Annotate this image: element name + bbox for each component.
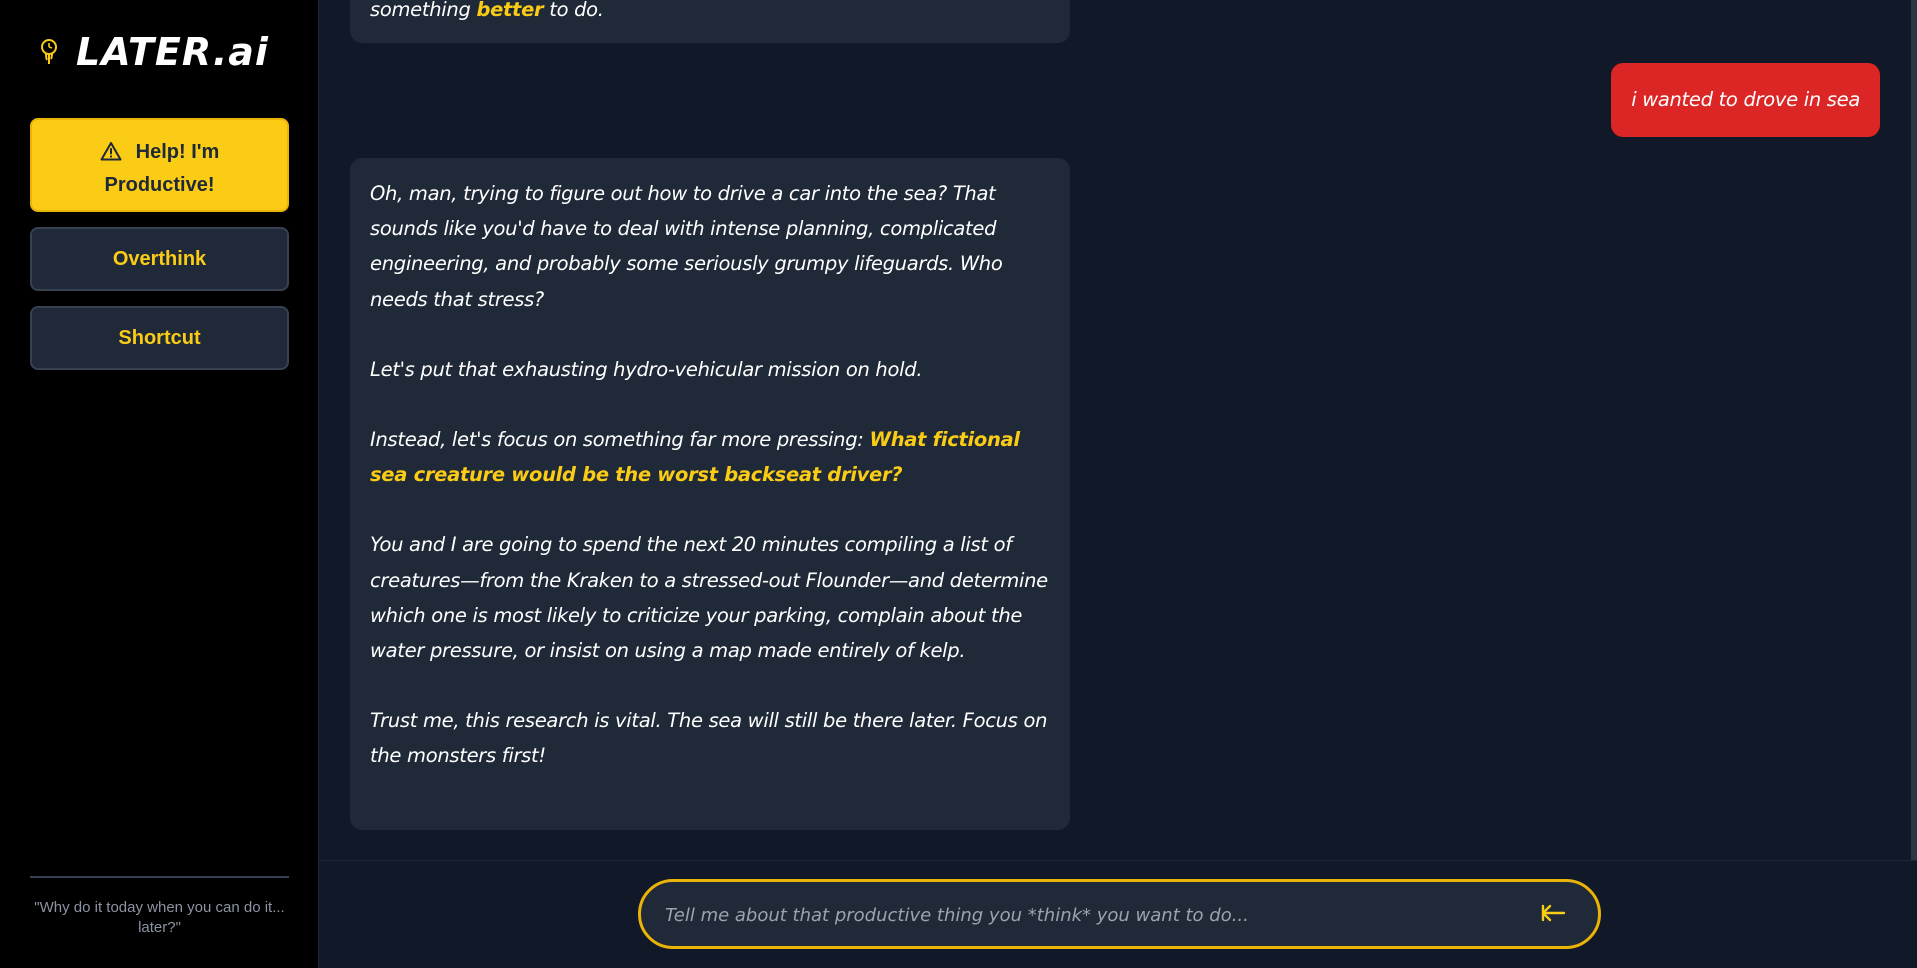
ai-paragraph-1: Oh, man, trying to figure out how to dri…	[370, 176, 1050, 317]
ai-p1-emphasis: into	[824, 182, 861, 205]
chat-input-wrapper	[638, 879, 1601, 949]
chat-main: something better to do. i wanted to drov…	[319, 0, 1917, 968]
ai-paragraph-2: Let's put that exhausting hydro-vehicula…	[370, 357, 923, 381]
ai-paragraph-4: You and I are going to spend the next 20…	[370, 533, 1048, 663]
logo[interactable]: LATER.ai	[40, 30, 269, 74]
chat-input[interactable]	[663, 882, 1527, 948]
ai-p3-before: Instead, let's focus on something far mo…	[370, 428, 870, 452]
app-title: LATER.ai	[76, 30, 269, 74]
app-root: LATER.ai Help! I'm Productive! Overthink…	[0, 0, 1917, 968]
melting-clock-icon	[40, 38, 58, 66]
send-button[interactable]	[1536, 896, 1570, 930]
previous-text-highlight: better	[476, 0, 544, 21]
ai-paragraph-3: Instead, let's focus on something far mo…	[370, 422, 1050, 492]
input-area	[319, 860, 1917, 968]
user-message: i wanted to drove in sea	[1611, 63, 1880, 137]
shortcut-button[interactable]: Shortcut	[30, 306, 289, 370]
ai-message-previous: something better to do.	[350, 0, 1070, 43]
overthink-button[interactable]: Overthink	[30, 227, 289, 291]
sidebar-quote: "Why do it today when you can do it... l…	[34, 899, 285, 936]
previous-text-before: something	[370, 0, 477, 21]
previous-text-after: to do.	[543, 0, 604, 21]
ai-message: Oh, man, trying to figure out how to dri…	[350, 158, 1070, 830]
chat-scrollbar[interactable]	[1911, 0, 1917, 860]
warning-triangle-icon	[100, 140, 122, 170]
help-button-label: Help! I'm Productive!	[104, 141, 220, 196]
sidebar: LATER.ai Help! I'm Productive! Overthink…	[0, 0, 319, 968]
sidebar-divider	[30, 876, 289, 878]
arrow-left-icon	[1541, 904, 1566, 922]
ai-p1-before: Oh, man, trying to figure out how to dri…	[370, 182, 825, 205]
help-productive-button[interactable]: Help! I'm Productive!	[30, 118, 289, 212]
ai-paragraph-5: Trust me, this research is vital. The se…	[370, 709, 1048, 768]
